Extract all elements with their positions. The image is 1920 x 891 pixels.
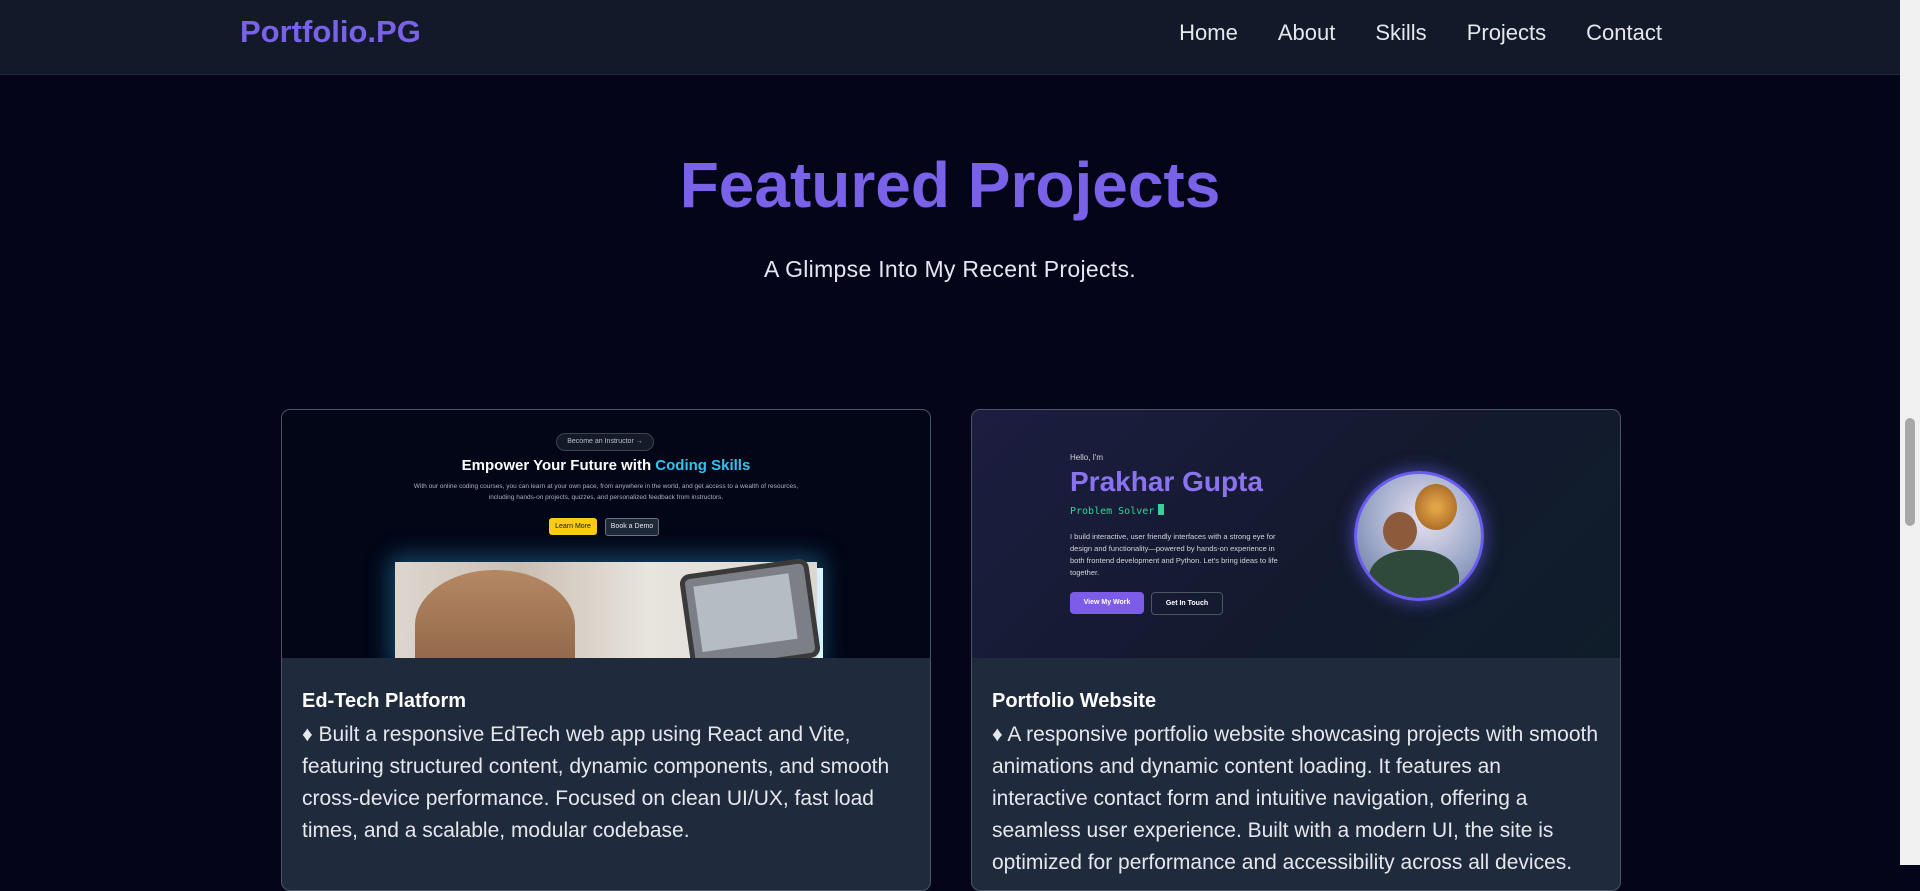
terminal-cursor-icon	[1158, 504, 1165, 515]
preview-get-in-touch-button: Get In Touch	[1151, 592, 1223, 615]
preview-learn-more-button: Learn More	[549, 518, 597, 535]
project-title: Ed-Tech Platform	[302, 690, 467, 712]
nav-link-contact[interactable]: Contact	[1586, 20, 1662, 46]
project-description: ♦ A responsive portfolio website showcas…	[992, 723, 1599, 874]
preview-laptop-shape	[678, 557, 822, 658]
preview-subtext: With our online coding courses, you can …	[413, 483, 799, 501]
nav-links: Home About Skills Projects Contact	[1179, 20, 1662, 46]
project-card-body: Portfolio Website ♦ A responsive portfol…	[972, 658, 1620, 879]
project-title: Portfolio Website	[992, 690, 1157, 712]
preview-hero-image	[395, 557, 822, 658]
preview-name: Prakhar Gupta	[1070, 466, 1263, 497]
nav-link-about[interactable]: About	[1278, 20, 1336, 46]
preview-instructor-pill: Become an Instructor →	[556, 433, 654, 451]
project-preview-portfolio[interactable]: Hello, I'm Prakhar Gupta Problem Solver …	[972, 410, 1620, 658]
project-preview-edtech[interactable]: Become an Instructor → Empower Your Futu…	[282, 410, 930, 658]
preview-role-text: Problem Solver	[1070, 506, 1155, 517]
preview-role: Problem Solver	[1070, 504, 1165, 517]
preview-laptop-screen	[693, 573, 798, 652]
avatar-shirt-shape	[1369, 550, 1459, 598]
project-card-portfolio[interactable]: Hello, I'm Prakhar Gupta Problem Solver …	[971, 409, 1621, 891]
preview-greeting: Hello, I'm	[1070, 453, 1104, 462]
preview-avatar	[1354, 471, 1484, 601]
navbar: Portfolio.PG Home About Skills Projects …	[0, 0, 1900, 75]
nav-link-home[interactable]: Home	[1179, 20, 1238, 46]
page-scrollbar[interactable]	[1900, 0, 1920, 865]
section-title: Featured Projects	[679, 149, 1221, 221]
nav-link-skills[interactable]: Skills	[1375, 20, 1426, 46]
project-card-body: Ed-Tech Platform ♦ Built a responsive Ed…	[282, 658, 930, 847]
avatar-mask-shape	[1415, 484, 1457, 530]
section-subtitle: A Glimpse Into My Recent Projects.	[764, 256, 1136, 282]
preview-headline-accent: Coding Skills	[655, 457, 751, 474]
brand-logo[interactable]: Portfolio.PG	[240, 14, 421, 50]
preview-intro: I build interactive, user friendly inter…	[1070, 532, 1278, 577]
project-description: ♦ Built a responsive EdTech web app usin…	[302, 723, 890, 842]
nav-link-projects[interactable]: Projects	[1467, 20, 1546, 46]
avatar-face-shape	[1383, 512, 1417, 550]
preview-book-demo-button: Book a Demo	[605, 518, 659, 536]
project-card-edtech[interactable]: Become an Instructor → Empower Your Futu…	[281, 409, 931, 891]
preview-view-work-button: View My Work	[1070, 592, 1144, 614]
preview-headline: Empower Your Future with Coding Skills	[282, 457, 930, 474]
scrollbar-thumb[interactable]	[1905, 418, 1915, 526]
preview-headline-text: Empower Your Future with	[461, 457, 656, 474]
preview-person-shape	[415, 570, 575, 658]
